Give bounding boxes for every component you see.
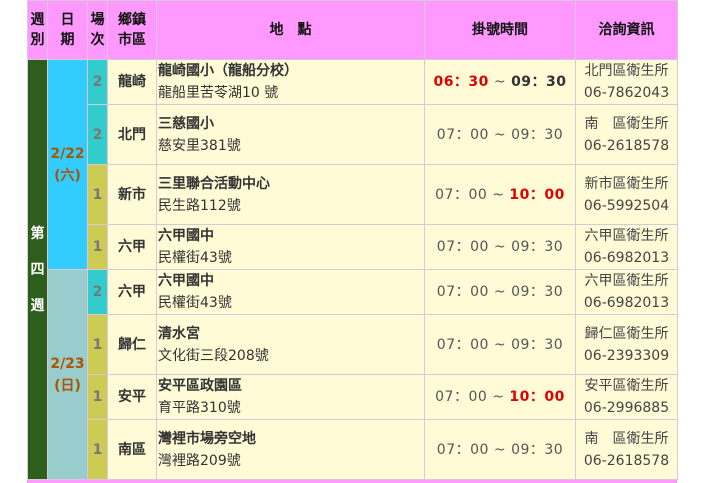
place-name: 安平區政園區 <box>158 378 242 394</box>
header-week: 週別 <box>27 0 48 60</box>
place-name: 六甲國中 <box>158 273 214 289</box>
place-cell: 清水宮文化街三段208號 <box>156 314 425 375</box>
time-cell: 07：00 ~ 09：30 <box>424 224 576 270</box>
place-address: 灣裡路209號 <box>158 452 241 469</box>
place-address: 文化街三段208號 <box>158 347 269 364</box>
time-cell: 06：30 ~ 09：30 <box>424 59 576 105</box>
session-cell: 1 <box>87 314 108 375</box>
place-cell: 安平區政園區 育平路310號 <box>156 374 425 420</box>
place-address: 育平路310號 <box>158 400 241 416</box>
header-info: 洽詢資訊 <box>575 0 678 60</box>
place-name: 六甲國中 <box>158 228 214 244</box>
time-cell: 07：00 ~ 10：00 <box>424 374 576 420</box>
town-cell: 安平 <box>107 374 157 420</box>
header-date: 日期 <box>47 0 88 60</box>
info-cell: 南 區衛生所 06-2618578 <box>575 104 678 165</box>
info-cell: 北門區衛生所 06-7862043 <box>575 59 678 105</box>
town-cell: 歸仁 <box>107 314 157 375</box>
time-cell: 07：00 ~ 09：30 <box>424 419 576 480</box>
place-cell: 三里聯合活動中心 民生路112號 <box>156 164 425 225</box>
place-address: 慈安里381號 <box>158 137 241 154</box>
time-cell: 07：00 ~ 10：00 <box>424 164 576 225</box>
time-cell: 07：00 ~ 09：30 <box>424 314 576 375</box>
table-row: 1 安平 安平區政園區 育平路310號 07：00 ~ 10：00 安平區衛生所 0… <box>28 374 678 420</box>
town-cell: 六甲 <box>107 224 157 270</box>
week-cell: 第四週 <box>27 59 48 480</box>
session-cell: 2 <box>87 59 108 105</box>
date-cell-1: 2/22 (六) <box>47 59 88 270</box>
header-row: 週別 日期 場次 鄉鎮 市區 地 點 掛號時間 洽詢資訊 <box>27 0 678 60</box>
place-address: 民生路112號 <box>158 197 241 214</box>
header-time: 掛號時間 <box>424 0 576 60</box>
time-cell: 07：00 ~ 09：30 <box>424 104 576 165</box>
place-cell: 六甲國中民權街43號 <box>156 224 425 270</box>
town-cell: 龍崎 <box>107 59 157 105</box>
table-row: 第四週 2/22 (六) 2 龍崎 龍崎國小（龍船分校） 龍船里苦苓湖10 號 06… <box>27 59 678 480</box>
header-session: 場次 <box>87 0 108 60</box>
date-cell-2: 2/23 (日) <box>47 269 88 480</box>
place-name: 龍崎國小（龍船分校） <box>158 63 298 79</box>
place-cell: 三慈國小慈安里381號 <box>156 104 425 165</box>
place-name: 三慈國小 <box>158 115 214 132</box>
session-cell: 2 <box>87 104 108 165</box>
town-cell: 南區 <box>107 419 157 480</box>
table-row: 2/23 (日) 2 六甲 六甲國中民權街43號 07：00 ~ 09：30 六甲… <box>28 269 678 480</box>
info-cell: 六甲區衛生所 06-6982013 <box>575 269 678 315</box>
place-name: 灣裡市場旁空地 <box>158 430 256 447</box>
town-cell: 新市 <box>107 164 157 225</box>
place-cell: 六甲國中民權街43號 <box>156 269 425 315</box>
info-cell: 南 區衛生所 06-2618578 <box>575 419 678 480</box>
place-name: 三里聯合活動中心 <box>158 175 270 192</box>
header-place: 地 點 <box>156 0 425 60</box>
session-cell: 1 <box>87 164 108 225</box>
town-cell: 六甲 <box>107 269 157 315</box>
place-cell: 龍崎國小（龍船分校） 龍船里苦苓湖10 號 <box>156 59 425 105</box>
table-row: 1 南區 灣裡市場旁空地 灣裡路209號 07：00 ~ 09：30 南 區衛生所… <box>28 419 678 480</box>
info-cell: 新市區衛生所 06-5992504 <box>575 164 678 225</box>
place-address: 民權街43號 <box>158 295 232 311</box>
place-address: 民權街43號 <box>158 250 232 266</box>
session-cell: 1 <box>87 419 108 480</box>
session-cell: 2 <box>87 269 108 315</box>
session-cell: 1 <box>87 374 108 420</box>
table-row: 1 六甲 六甲國中民權街43號 07：00 ~ 09：30 六甲區衛生所 06-6… <box>28 224 678 270</box>
schedule-table: 週別 日期 場次 鄉鎮 市區 地 點 掛號時間 洽詢資訊 第四週 2/22 (六) … <box>27 0 678 480</box>
session-cell: 1 <box>87 224 108 270</box>
table-row: 1 新市 三里聯合活動中心 民生路112號 07：00 ~ 10：00 新市區衛生… <box>28 164 678 225</box>
schedule-wrapper: 週別 日期 場次 鄉鎮 市區 地 點 掛號時間 洽詢資訊 第四週 2/22 (六) … <box>27 0 678 483</box>
info-cell: 安平區衛生所 06-2996885 <box>575 374 678 420</box>
header-town: 鄉鎮 市區 <box>107 0 157 60</box>
place-name: 清水宮 <box>158 325 200 342</box>
table-row: 1 歸仁 清水宮文化街三段208號 07：00 ~ 09：30 歸仁區衛生所 06… <box>28 314 678 375</box>
table-row: 2 北門 三慈國小慈安里381號 07：00 ~ 09：30 南 區衛生所 06-… <box>28 104 678 165</box>
info-cell: 歸仁區衛生所 06-2393309 <box>575 314 678 375</box>
info-cell: 六甲區衛生所 06-6982013 <box>575 224 678 270</box>
place-cell: 灣裡市場旁空地 灣裡路209號 <box>156 419 425 480</box>
time-cell: 07：00 ~ 09：30 <box>424 269 576 315</box>
place-address: 龍船里苦苓湖10 號 <box>158 85 279 101</box>
town-cell: 北門 <box>107 104 157 165</box>
